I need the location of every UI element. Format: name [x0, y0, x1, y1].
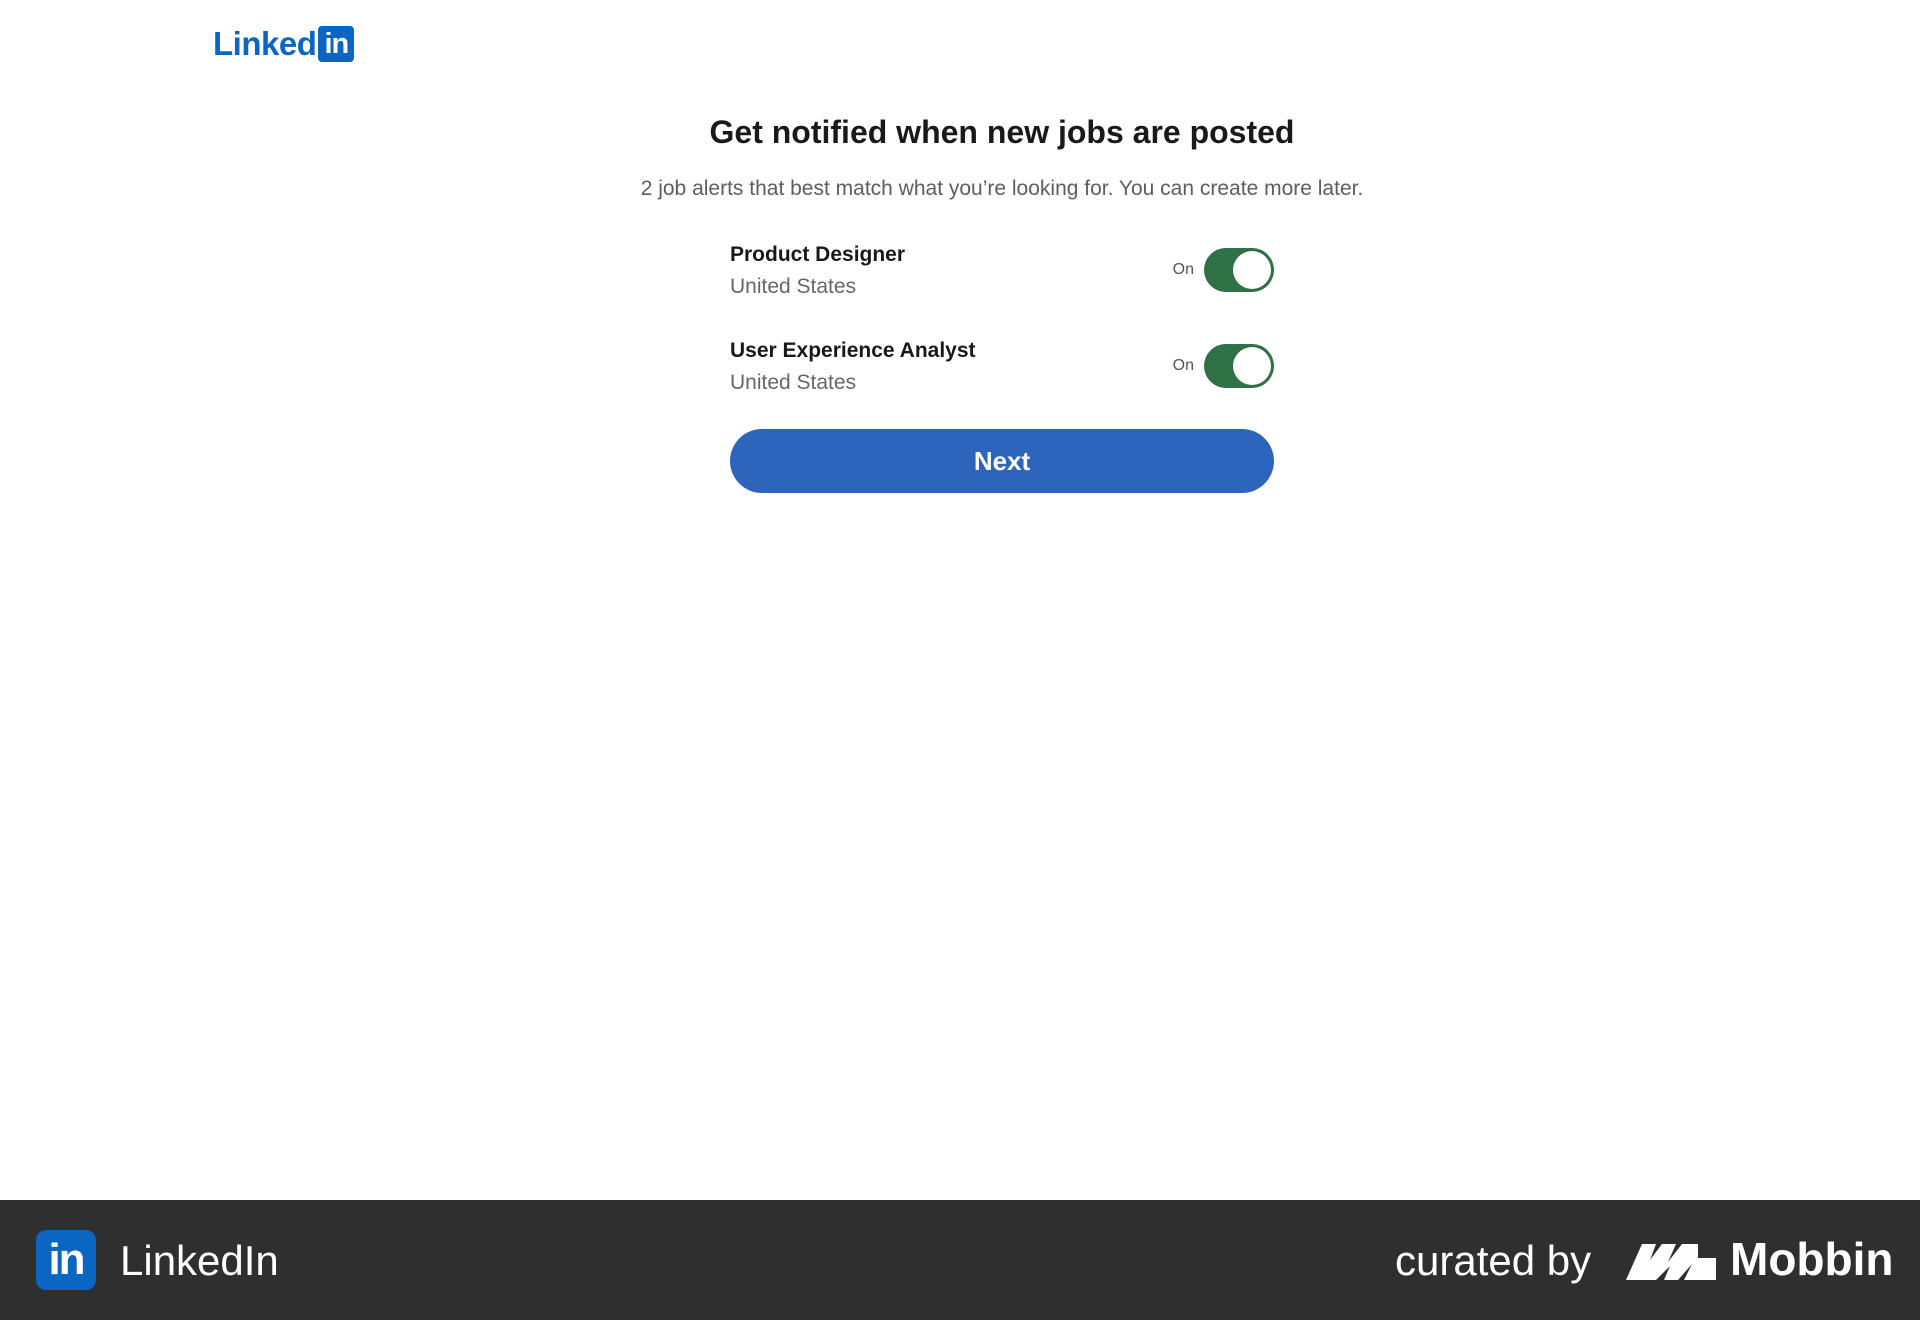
- job-alert-title: User Experience Analyst: [730, 339, 976, 362]
- toggle-state-label: On: [1172, 357, 1194, 374]
- job-alert-title: Product Designer: [730, 243, 906, 266]
- job-alert-item: User Experience Analyst United States On: [730, 334, 1274, 398]
- logo-in-box: in: [318, 26, 355, 62]
- job-alert-toggle-group: On: [1173, 344, 1274, 388]
- footer-bar: in LinkedIn curated by Mobbin: [0, 1200, 1920, 1320]
- job-alert-toggle-group: On: [1173, 248, 1274, 292]
- job-alert-toggle-ux-analyst[interactable]: [1204, 344, 1274, 388]
- page-subtitle: 2 job alerts that best match what you’re…: [640, 177, 1364, 200]
- footer-curated-by: curated by: [1395, 1237, 1592, 1284]
- next-button[interactable]: Next: [730, 429, 1274, 493]
- mobbin-logo-icon: [1626, 1244, 1716, 1280]
- linkedin-app-icon: in: [36, 1230, 96, 1290]
- page-title: Get notified when new jobs are posted: [709, 114, 1295, 150]
- logo-wordmark: Linked: [213, 25, 317, 62]
- job-alert-location: United States: [730, 275, 857, 298]
- footer-brand-name: Mobbin: [1730, 1233, 1894, 1285]
- job-alert-location: United States: [730, 371, 857, 394]
- toggle-state-label: On: [1172, 261, 1194, 278]
- toggle-knob: [1233, 251, 1271, 289]
- toggle-knob: [1233, 347, 1271, 385]
- job-alert-item: Product Designer United States On: [730, 238, 1274, 302]
- footer-app-name: LinkedIn: [120, 1237, 279, 1284]
- job-alert-list: Product Designer United States On User E…: [730, 238, 1274, 430]
- job-alert-toggle-product-designer[interactable]: [1204, 248, 1274, 292]
- page: Linked in Get notified when new jobs are…: [0, 0, 1920, 1320]
- linkedin-logo[interactable]: Linked in: [213, 25, 355, 62]
